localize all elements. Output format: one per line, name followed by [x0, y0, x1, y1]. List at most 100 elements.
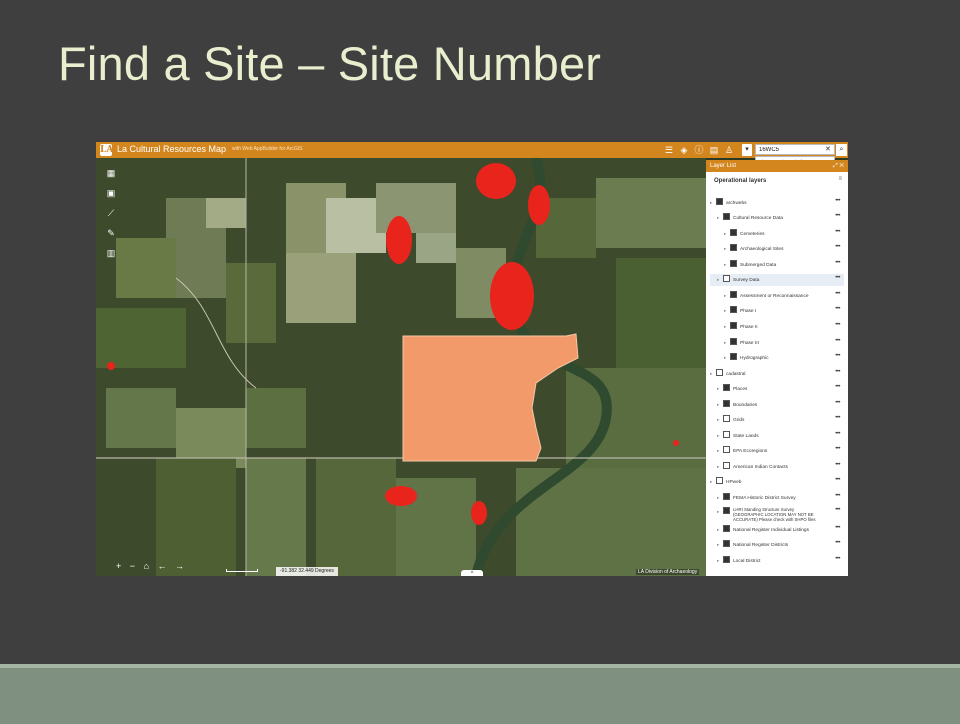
layer-item[interactable]: ▸ Grids	[717, 415, 744, 425]
layer-item[interactable]: ▸ archwebs	[710, 198, 747, 208]
more-options-icon[interactable]: •••	[835, 431, 840, 437]
layer-checkbox[interactable]	[723, 525, 730, 533]
layer-item[interactable]: ▸ Hydrographic	[724, 353, 769, 363]
layer-checkbox[interactable]	[723, 446, 730, 454]
layer-label: Local District	[733, 559, 761, 564]
more-options-icon[interactable]: •••	[835, 260, 840, 266]
layer-checkbox[interactable]	[723, 400, 730, 408]
layer-label: State Lands	[733, 434, 759, 439]
layer-item[interactable]: ▸ Cemeteries	[724, 229, 765, 239]
layer-checkbox[interactable]	[730, 322, 737, 330]
more-options-icon[interactable]: •••	[835, 556, 840, 562]
layer-checkbox[interactable]	[723, 415, 730, 423]
home-button[interactable]: ⌂	[144, 561, 149, 571]
more-options-icon[interactable]: •••	[835, 525, 840, 531]
person-icon[interactable]: ♙	[723, 144, 735, 156]
layer-item[interactable]: ▸ Survey Data	[717, 275, 759, 285]
more-options-icon[interactable]: •••	[835, 477, 840, 483]
layer-item[interactable]: ▸ HPweb	[710, 477, 741, 487]
chevron-down-icon[interactable]: ▾	[742, 144, 752, 156]
layer-item[interactable]: ▸ National Register Individual Listings	[717, 525, 809, 535]
layer-label: Boundaries	[733, 403, 758, 408]
search-input[interactable]	[755, 144, 835, 155]
measure-icon[interactable]: ⟋	[104, 206, 118, 220]
layer-item[interactable]: ▸ EPA Ecoregions	[717, 446, 767, 456]
layer-item[interactable]: ▸ FEMA Historic District Survey	[717, 493, 796, 503]
next-extent-button[interactable]: →	[175, 561, 184, 571]
more-options-icon[interactable]: •••	[835, 229, 840, 235]
layer-item[interactable]: ▸ Local District	[717, 556, 760, 566]
layer-item[interactable]: ▸ Phase II	[724, 322, 758, 332]
layer-checkbox[interactable]	[730, 353, 737, 361]
prev-extent-button[interactable]: ←	[158, 561, 167, 571]
layer-checkbox[interactable]	[730, 260, 737, 268]
layer-item[interactable]: ▸ cadastral	[710, 369, 745, 379]
zoom-in-button[interactable]: +	[116, 561, 121, 571]
more-options-icon[interactable]: •••	[835, 400, 840, 406]
more-options-icon[interactable]: •••	[835, 507, 840, 513]
layer-checkbox[interactable]	[730, 229, 737, 237]
layer-checkbox[interactable]	[730, 338, 737, 346]
layer-item[interactable]: ▸ Places	[717, 384, 747, 394]
layer-item[interactable]: ▸ State Lands	[717, 431, 759, 441]
layer-checkbox[interactable]	[723, 540, 730, 548]
close-icon[interactable]: ✕	[825, 144, 831, 156]
layer-checkbox[interactable]	[716, 369, 723, 377]
layer-item[interactable]: ▸ Phase III	[724, 338, 759, 348]
layer-item[interactable]: ▸ National Register Districts	[717, 540, 788, 550]
more-options-icon[interactable]: •••	[835, 322, 840, 328]
layer-item[interactable]: ▸ LHRI Standing Structure Survey (GEOGRAP…	[717, 507, 825, 522]
slide-title: Find a Site – Site Number	[58, 37, 602, 90]
more-options-icon[interactable]: •••	[835, 384, 840, 390]
zoom-out-button[interactable]: −	[130, 561, 135, 571]
layer-checkbox[interactable]	[730, 291, 737, 299]
layer-item[interactable]: ▸ Boundaries	[717, 400, 757, 410]
more-options-icon[interactable]: •••	[835, 540, 840, 546]
more-options-icon[interactable]: •••	[835, 462, 840, 468]
basemap-icon[interactable]: ▣	[104, 186, 118, 200]
layer-item[interactable]: ▸ Phase I	[724, 306, 756, 316]
draw-icon[interactable]: ✎	[104, 226, 118, 240]
more-options-icon[interactable]: •••	[835, 415, 840, 421]
search-icon[interactable]: ⌕	[836, 144, 847, 156]
layer-item[interactable]: ▸ Assessment or Reconnaissance	[724, 291, 809, 301]
layer-checkbox[interactable]	[723, 384, 730, 392]
more-options-icon[interactable]: •••	[835, 369, 840, 375]
more-options-icon[interactable]: •••	[835, 306, 840, 312]
more-options-icon[interactable]: •••	[835, 275, 840, 281]
more-options-icon[interactable]: •••	[835, 291, 840, 297]
layer-checkbox[interactable]	[723, 431, 730, 439]
layer-checkbox[interactable]	[730, 244, 737, 252]
layer-item[interactable]: ▸ American Indian Contacts	[717, 462, 788, 472]
layer-checkbox[interactable]	[723, 493, 730, 501]
list-icon[interactable]: ☰	[663, 144, 675, 156]
layer-checkbox[interactable]	[723, 507, 730, 515]
more-options-icon[interactable]: •••	[835, 446, 840, 452]
close-icon[interactable]: ⤢ ✕	[833, 160, 844, 172]
layer-item[interactable]: ▸ Submerged Data	[724, 260, 776, 270]
layer-checkbox[interactable]	[723, 275, 730, 283]
layer-checkbox[interactable]	[730, 306, 737, 314]
layer-checkbox[interactable]	[723, 213, 730, 221]
table-icon[interactable]: ▥	[104, 246, 118, 260]
layer-checkbox[interactable]	[723, 556, 730, 564]
more-options-icon[interactable]: •••	[835, 198, 840, 204]
info-icon[interactable]: ⓘ	[693, 144, 705, 156]
layer-item[interactable]: ▸ Cultural Resource Data	[717, 213, 783, 223]
map-view[interactable]	[96, 158, 706, 576]
layer-checkbox[interactable]	[723, 462, 730, 470]
grid-icon[interactable]: ▦	[104, 166, 118, 180]
print-icon[interactable]: ▤	[708, 144, 720, 156]
layers-icon[interactable]: ◈	[678, 144, 690, 156]
more-options-icon[interactable]: •••	[835, 244, 840, 250]
layer-label: cadastral	[726, 372, 746, 377]
layer-item[interactable]: ▸ Archaeological Sites	[724, 244, 783, 254]
layer-checkbox[interactable]	[716, 477, 723, 485]
more-options-icon[interactable]: •••	[835, 353, 840, 359]
layer-checkbox[interactable]	[716, 198, 723, 206]
collapse-button[interactable]: ^	[461, 570, 483, 576]
more-options-icon[interactable]: •••	[835, 338, 840, 344]
more-options-icon[interactable]: •••	[835, 493, 840, 499]
menu-icon[interactable]: ≡	[838, 176, 842, 182]
more-options-icon[interactable]: •••	[835, 213, 840, 219]
